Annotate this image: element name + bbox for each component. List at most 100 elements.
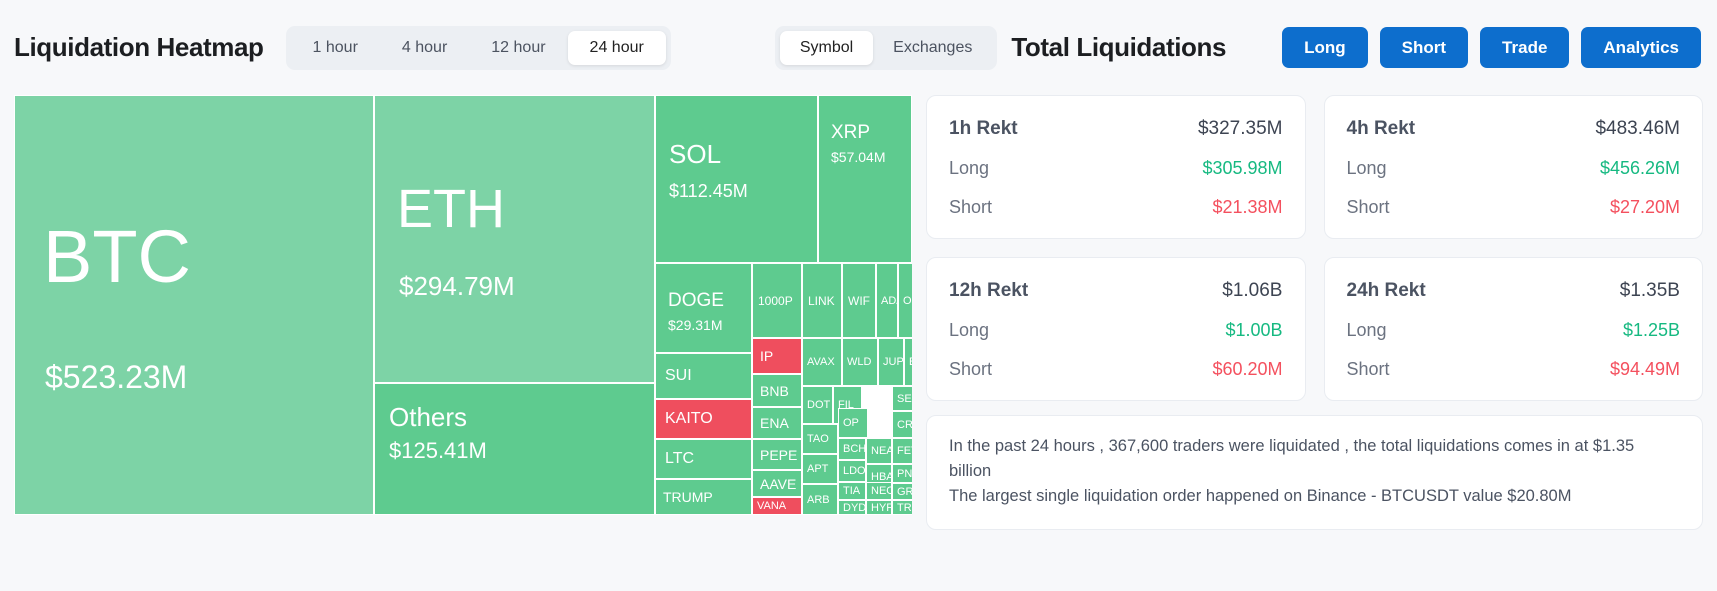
treemap-tile-hype[interactable]: HYPE	[866, 500, 892, 515]
stat-long-value: $305.98M	[1202, 158, 1282, 179]
stat-long-value: $1.00B	[1225, 320, 1282, 341]
treemap-tile-trump[interactable]: TRUMP	[655, 479, 752, 515]
tile-symbol: ARB	[807, 494, 830, 506]
treemap-tile-trx[interactable]: TRX	[892, 500, 912, 515]
stat-short-value: $27.20M	[1610, 197, 1680, 218]
summary-line-1: In the past 24 hours , 367,600 traders w…	[949, 434, 1680, 484]
treemap-tile-ena[interactable]: ENA	[752, 407, 802, 439]
tile-symbol: APT	[807, 463, 828, 475]
stat-header-row: 12h Rekt $1.06B	[949, 280, 1283, 302]
tile-value: $294.79M	[399, 271, 515, 302]
treemap-tile-avax[interactable]: AVAX	[802, 338, 842, 386]
header-actions: Long Short Trade Analytics	[1282, 27, 1703, 68]
treemap-tile-etc[interactable]: ETC	[904, 338, 912, 386]
treemap-tile-doge[interactable]: DOGE $29.31M	[655, 263, 752, 353]
stat-title: 24h Rekt	[1347, 280, 1426, 302]
stat-short-row: Short $27.20M	[1347, 197, 1681, 218]
treemap-tile-xrp[interactable]: XRP $57.04M	[818, 95, 912, 263]
stat-short-value: $60.20M	[1212, 359, 1282, 380]
stat-title: 12h Rekt	[949, 280, 1028, 302]
treemap-tile-arb[interactable]: ARB	[802, 484, 838, 515]
treemap-tile-ltc[interactable]: LTC	[655, 439, 752, 479]
treemap-tile-pepe[interactable]: PEPE	[752, 439, 802, 470]
liquidation-treemap: BTC $523.23M ETH $294.79M Others $125.41…	[14, 95, 912, 515]
tile-symbol: XRP	[831, 122, 870, 144]
treemap-tile-ldo[interactable]: LDO	[838, 460, 866, 482]
stat-long-row: Long $1.25B	[1347, 320, 1681, 341]
tile-value: $112.45M	[669, 181, 748, 202]
treemap-tile-near[interactable]: NEAR	[866, 438, 892, 464]
treemap-tile-wif[interactable]: WIF	[842, 263, 876, 338]
treemap-tile-grt[interactable]: GRT	[892, 483, 912, 500]
treemap-tile-crv[interactable]: CRV	[892, 411, 912, 438]
treemap-tile-sol[interactable]: SOL $112.45M	[655, 95, 818, 263]
treemap-tile-fet[interactable]: FET	[892, 438, 912, 464]
treemap-tile-others[interactable]: Others $125.41M	[374, 383, 655, 515]
treemap-tile-aave[interactable]: AAVE	[752, 470, 802, 497]
tile-symbol: AAVE	[760, 476, 796, 492]
treemap-tile-ondo[interactable]: ONDO	[898, 263, 912, 338]
short-button[interactable]: Short	[1380, 27, 1468, 68]
tab-12-hour[interactable]: 12 hour	[469, 31, 567, 65]
tile-symbol: CRV	[897, 419, 912, 431]
treemap-tile-bch[interactable]: BCH	[838, 438, 866, 460]
tab-1-hour[interactable]: 1 hour	[291, 31, 380, 65]
tile-symbol: DOT	[807, 399, 830, 411]
tile-symbol: ETC	[909, 356, 912, 368]
treemap-tile-wld[interactable]: WLD	[842, 338, 878, 386]
tile-symbol: IP	[760, 348, 773, 364]
tile-symbol: NEO	[871, 485, 892, 497]
treemap-tile-pnut[interactable]: PNUT	[892, 464, 912, 483]
tab-4-hour[interactable]: 4 hour	[380, 31, 469, 65]
treemap-tile-dot[interactable]: DOT	[802, 386, 833, 424]
stat-short-value: $94.49M	[1610, 359, 1680, 380]
treemap-tile-btc[interactable]: BTC $523.23M	[14, 95, 374, 515]
treemap-tile-dydx[interactable]: DYDX	[838, 500, 866, 515]
stat-header-row: 1h Rekt $327.35M	[949, 118, 1283, 140]
tab-symbol[interactable]: Symbol	[780, 31, 873, 65]
tab-exchanges[interactable]: Exchanges	[873, 31, 992, 65]
stat-card-24h[interactable]: 24h Rekt $1.35B Long $1.25B Short $94.49…	[1324, 257, 1704, 401]
long-button[interactable]: Long	[1282, 27, 1368, 68]
summary-note-card: In the past 24 hours , 367,600 traders w…	[926, 415, 1703, 530]
treemap-tile-tao[interactable]: TAO	[802, 424, 838, 454]
treemap-tile-op[interactable]: OP	[838, 408, 868, 438]
treemap-tile-sei[interactable]: SEI	[892, 386, 912, 411]
tile-symbol: BCH	[843, 443, 866, 455]
treemap-tile-1000pepe[interactable]: 1000P	[752, 263, 802, 338]
stat-card-4h[interactable]: 4h Rekt $483.46M Long $456.26M Short $27…	[1324, 95, 1704, 239]
stat-long-value: $456.26M	[1600, 158, 1680, 179]
stat-header-row: 4h Rekt $483.46M	[1347, 118, 1681, 140]
treemap-tile-vana[interactable]: VANA	[752, 497, 802, 515]
tile-symbol: GRT	[897, 486, 912, 498]
treemap-tile-tia[interactable]: TIA	[838, 482, 866, 500]
treemap-tile-neo[interactable]: NEO	[866, 482, 892, 500]
treemap-tile-jup[interactable]: JUP	[878, 338, 904, 386]
page-header: Liquidation Heatmap 1 hour 4 hour 12 hou…	[0, 0, 1717, 95]
tile-symbol: SEI	[897, 393, 912, 405]
treemap-tile-ada[interactable]: ADA	[876, 263, 898, 338]
tile-symbol: VANA	[757, 500, 786, 512]
stat-short-label: Short	[1347, 197, 1390, 218]
tile-symbol: ENA	[760, 415, 789, 431]
stat-long-label: Long	[949, 320, 989, 341]
treemap-tile-sui[interactable]: SUI	[655, 353, 752, 399]
tile-symbol: FET	[897, 445, 912, 457]
treemap-tile-ip[interactable]: IP	[752, 338, 802, 374]
treemap-tile-kaito[interactable]: KAITO	[655, 399, 752, 439]
tile-symbol: BTC	[43, 214, 191, 299]
stat-card-12h[interactable]: 12h Rekt $1.06B Long $1.00B Short $60.20…	[926, 257, 1306, 401]
analytics-button[interactable]: Analytics	[1581, 27, 1701, 68]
tile-symbol: DOGE	[668, 290, 724, 312]
treemap-tile-eth[interactable]: ETH $294.79M	[374, 95, 655, 383]
treemap-tile-link[interactable]: LINK	[802, 263, 842, 338]
treemap-tile-apt[interactable]: APT	[802, 454, 838, 484]
stat-card-1h[interactable]: 1h Rekt $327.35M Long $305.98M Short $21…	[926, 95, 1306, 239]
trade-button[interactable]: Trade	[1480, 27, 1569, 68]
stat-long-label: Long	[1347, 158, 1387, 179]
treemap-tile-bnb[interactable]: BNB	[752, 374, 802, 407]
tile-symbol: LTC	[665, 450, 694, 468]
tab-24-hour[interactable]: 24 hour	[568, 31, 666, 65]
timeframe-tabs: 1 hour 4 hour 12 hour 24 hour	[286, 26, 671, 70]
main-content: BTC $523.23M ETH $294.79M Others $125.41…	[0, 95, 1717, 591]
